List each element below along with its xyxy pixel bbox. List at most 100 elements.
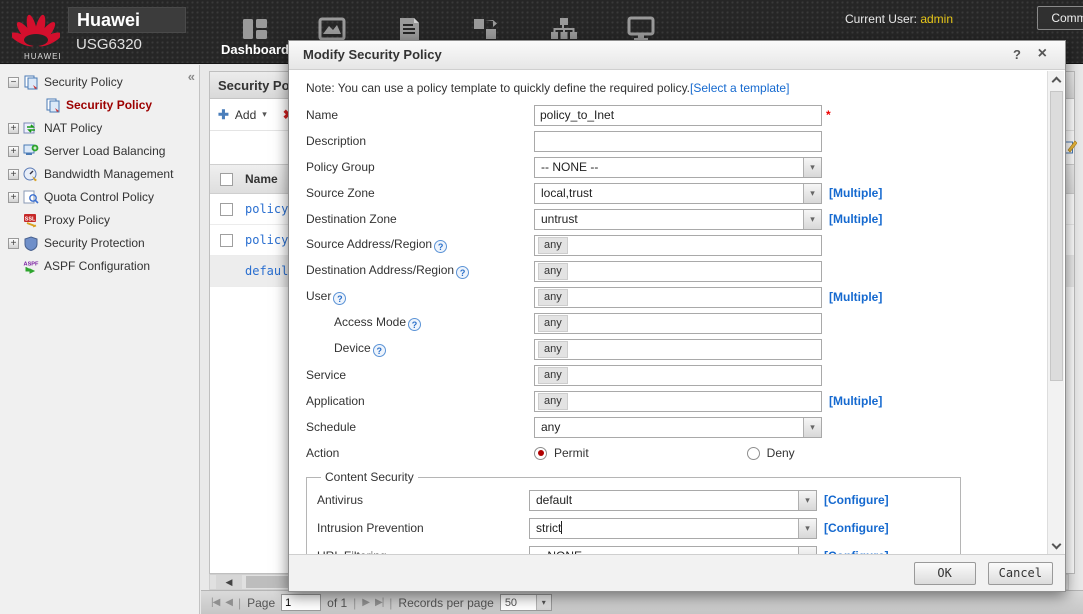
destination-zone-multiple-link[interactable]: [Multiple] — [829, 212, 882, 226]
expand-plus-icon[interactable]: + — [8, 123, 19, 135]
radio-selected-icon — [534, 446, 547, 460]
separator: | — [238, 595, 242, 610]
help-icon[interactable]: ? — [372, 344, 386, 357]
security-policy-child-icon — [45, 98, 61, 113]
first-page-icon[interactable]: |◀ — [211, 597, 220, 608]
any-chip: any — [538, 236, 568, 254]
expand-plus-icon[interactable]: + — [8, 192, 19, 204]
help-icon[interactable]: ? — [456, 266, 470, 279]
source-address-input[interactable]: any — [534, 234, 822, 256]
any-chip: any — [538, 366, 568, 384]
ok-button[interactable]: OK — [913, 561, 976, 585]
select-all-checkbox[interactable] — [220, 172, 233, 186]
destination-zone-select[interactable]: untrust ▾ — [534, 208, 822, 230]
sidebar-item-server-load-balancing[interactable]: + Server Load Balancing — [0, 140, 199, 163]
dashboard-icon[interactable] — [240, 16, 270, 42]
ssl-proxy-icon: SSL — [23, 213, 39, 228]
user-input[interactable]: any — [534, 286, 822, 308]
help-icon[interactable]: ? — [434, 240, 448, 253]
deny-radio[interactable]: Deny — [746, 446, 795, 460]
add-plus-icon[interactable]: ✚ — [218, 107, 229, 123]
schedule-select[interactable]: any ▾ — [534, 416, 822, 438]
next-page-icon[interactable]: ▶ — [362, 597, 370, 608]
add-dropdown-caret-icon[interactable]: ▾ — [262, 109, 267, 120]
scroll-down-icon[interactable] — [1048, 537, 1065, 555]
sidebar-item-bandwidth-management[interactable]: + Bandwidth Management — [0, 163, 199, 186]
row-checkbox[interactable] — [220, 233, 233, 247]
dialog-close-icon[interactable]: × — [1038, 45, 1047, 63]
sidebar-item-aspf-configuration[interactable]: ASPF ASPF Configuration — [0, 255, 199, 278]
sidebar-item-security-protection[interactable]: + Security Protection — [0, 232, 199, 255]
sidebar-item-security-policy-child[interactable]: Security Policy — [0, 94, 199, 117]
last-page-icon[interactable]: ▶| — [375, 597, 384, 608]
name-input[interactable] — [534, 104, 822, 126]
intrusion-prevention-select[interactable]: strict ▾ — [529, 517, 817, 539]
policy-document-icon[interactable] — [394, 16, 424, 42]
collapse-expander-icon[interactable]: − — [8, 77, 19, 89]
network-topology-icon[interactable] — [548, 16, 578, 42]
dropdown-arrow-icon[interactable]: ▾ — [798, 546, 816, 554]
object-flow-icon[interactable] — [471, 16, 501, 42]
dialog-help-icon[interactable]: ? — [1013, 47, 1021, 62]
scrollbar-thumb[interactable] — [1050, 91, 1063, 381]
sidebar-item-proxy-policy[interactable]: SSL Proxy Policy — [0, 209, 199, 232]
application-multiple-link[interactable]: [Multiple] — [829, 394, 882, 408]
dropdown-arrow-icon[interactable]: ▾ — [803, 157, 821, 177]
page-number-input[interactable] — [281, 594, 322, 611]
sidebar-item-label: Bandwidth Management — [44, 167, 174, 181]
application-input[interactable]: any — [534, 390, 822, 412]
expand-plus-icon[interactable]: + — [8, 146, 19, 158]
help-icon[interactable]: ? — [333, 292, 347, 305]
policy-group-select[interactable]: -- NONE -- ▾ — [534, 156, 822, 178]
url-filtering-select[interactable]: -- NONE -- ▾ — [529, 545, 817, 554]
antivirus-configure-link[interactable]: [Configure] — [824, 493, 889, 507]
sidebar-nav-tree: « − Security Policy Security Policy + NAT … — [0, 65, 200, 614]
source-zone-label: Source Zone — [306, 186, 375, 200]
dropdown-arrow-icon[interactable]: ▾ — [535, 595, 551, 610]
dropdown-arrow-icon[interactable]: ▾ — [798, 518, 816, 538]
description-input[interactable] — [534, 130, 822, 152]
access-mode-label: Access Mode? — [306, 315, 534, 331]
intrusion-prevention-configure-link[interactable]: [Configure] — [824, 521, 889, 535]
select-template-link[interactable]: [Select a template] — [690, 81, 789, 95]
cancel-button[interactable]: Cancel — [987, 561, 1053, 585]
sidebar-item-quota-control-policy[interactable]: + Quota Control Policy — [0, 186, 199, 209]
dialog-vertical-scrollbar[interactable] — [1047, 71, 1064, 555]
records-per-page-select[interactable]: 50 ▾ — [499, 594, 552, 611]
row-checkbox[interactable] — [220, 202, 233, 216]
sidebar-item-security-policy[interactable]: − Security Policy — [0, 71, 199, 94]
user-row: User? any [Multiple] — [306, 284, 1035, 310]
user-multiple-link[interactable]: [Multiple] — [829, 290, 882, 304]
source-zone-select[interactable]: local,trust ▾ — [534, 182, 822, 204]
scroll-left-icon[interactable]: ◀ — [216, 575, 242, 589]
destination-address-row: Destination Address/Region? any — [306, 258, 1035, 284]
destination-zone-label: Destination Zone — [306, 212, 397, 226]
dropdown-arrow-icon[interactable]: ▾ — [803, 209, 821, 229]
source-zone-multiple-link[interactable]: [Multiple] — [829, 186, 882, 200]
system-monitor-icon[interactable] — [626, 16, 656, 42]
access-mode-input[interactable]: any — [534, 312, 822, 334]
dropdown-arrow-icon[interactable]: ▾ — [803, 183, 821, 203]
sidebar-item-nat-policy[interactable]: + NAT Policy — [0, 117, 199, 140]
expand-plus-icon[interactable]: + — [8, 238, 19, 250]
antivirus-select[interactable]: default ▾ — [529, 489, 817, 511]
antivirus-row: Antivirus default ▾ [Configure] — [317, 486, 960, 514]
any-chip: any — [538, 262, 568, 280]
dropdown-arrow-icon[interactable]: ▾ — [798, 490, 816, 510]
dropdown-arrow-icon[interactable]: ▾ — [803, 417, 821, 437]
device-input[interactable]: any — [534, 338, 822, 360]
permit-radio[interactable]: Permit — [534, 446, 589, 460]
commit-button[interactable]: Commit — [1037, 6, 1083, 30]
help-icon[interactable]: ? — [408, 318, 422, 331]
nat-policy-icon — [23, 121, 39, 136]
content-security-group: Content Security Antivirus default ▾ [Co… — [306, 470, 961, 554]
expand-plus-icon[interactable]: + — [8, 169, 19, 181]
permit-label: Permit — [554, 446, 589, 460]
scroll-up-icon[interactable] — [1048, 71, 1065, 89]
panel-monitor-icon[interactable] — [317, 16, 347, 42]
service-input[interactable]: any — [534, 364, 822, 386]
page-of-label: of 1 — [327, 595, 348, 610]
prev-page-icon[interactable]: ◀ — [225, 597, 233, 608]
destination-address-input[interactable]: any — [534, 260, 822, 282]
add-button[interactable]: Add — [235, 108, 256, 122]
